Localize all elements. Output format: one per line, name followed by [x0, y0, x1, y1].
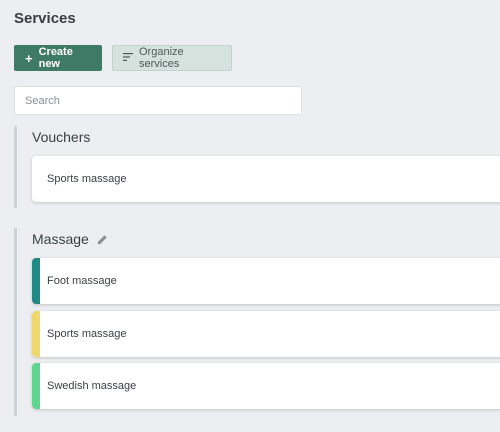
service-card[interactable]: Foot massage: [32, 258, 500, 304]
group-title: Massage: [32, 231, 89, 247]
plus-icon: +: [25, 50, 33, 66]
color-marker: [32, 311, 40, 357]
service-group-vouchers: Vouchers Sports massage: [14, 126, 500, 208]
service-group-massage: Massage Foot massage Sports massage Swed…: [14, 228, 500, 416]
group-title: Vouchers: [32, 129, 91, 145]
service-card[interactable]: Sports massage: [32, 311, 500, 357]
page-title: Services: [14, 10, 76, 27]
service-card[interactable]: Sports massage: [32, 156, 500, 202]
service-name: Sports massage: [47, 173, 127, 185]
services-page: Services + Create new Organize services …: [0, 0, 500, 432]
group-header: Massage: [32, 231, 108, 247]
sort-lines-icon: [123, 52, 133, 64]
color-marker: [32, 363, 40, 409]
search-input[interactable]: [14, 86, 302, 115]
service-name: Swedish massage: [47, 380, 137, 392]
pencil-icon[interactable]: [97, 234, 108, 245]
service-card[interactable]: Swedish massage: [32, 363, 500, 409]
create-new-button[interactable]: + Create new: [14, 45, 102, 71]
service-name: Foot massage: [47, 275, 117, 287]
color-marker: [32, 258, 40, 304]
group-header: Vouchers: [32, 129, 90, 145]
toolbar: + Create new Organize services: [14, 45, 232, 71]
service-name: Sports massage: [47, 328, 127, 340]
organize-services-label: Organize services: [139, 46, 184, 70]
create-new-label: Create new: [38, 46, 73, 70]
organize-services-button[interactable]: Organize services: [112, 45, 232, 71]
